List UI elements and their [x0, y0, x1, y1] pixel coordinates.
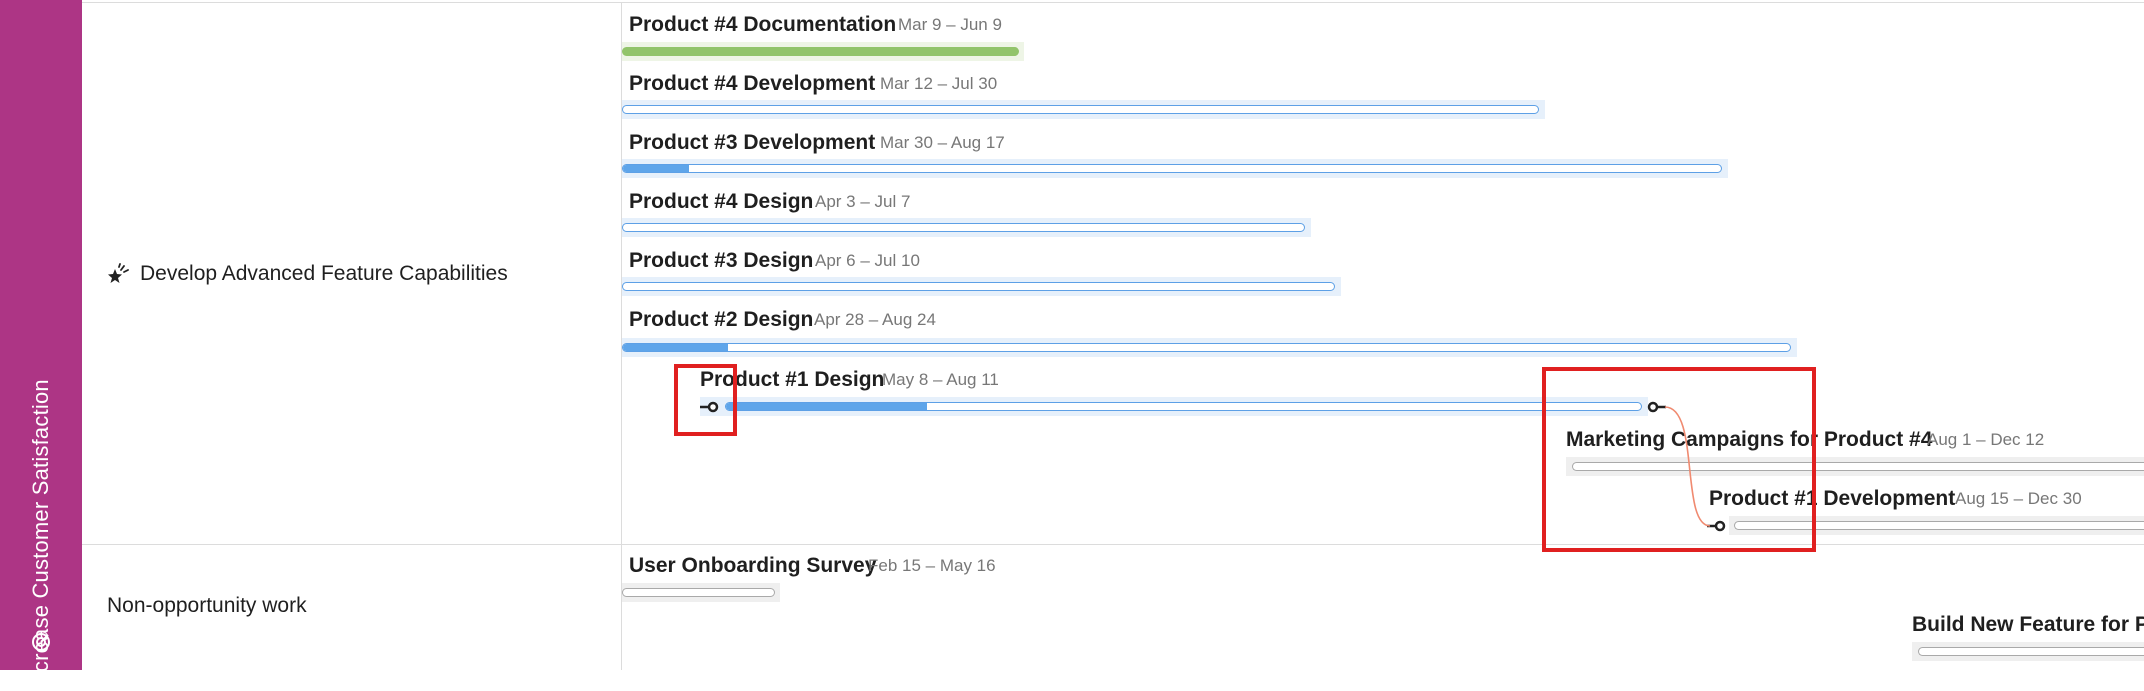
timeline-bar[interactable]: [622, 47, 1019, 56]
highlight-box-start-knob: [674, 364, 737, 436]
progress-fill: [623, 344, 729, 351]
bar-title[interactable]: User Onboarding Survey: [629, 554, 876, 578]
bar-title[interactable]: Product #3 Design: [629, 249, 813, 273]
progress-fill: [623, 165, 689, 172]
highlight-box-dependency: [1542, 367, 1816, 552]
progress-fill: [726, 403, 928, 410]
timeline-bar[interactable]: [622, 343, 1791, 352]
bar-dates: Mar 9 – Jun 9: [898, 15, 1002, 34]
group-label-column: [82, 3, 622, 670]
bar-title[interactable]: Product #4 Development: [629, 72, 875, 96]
timeline-bar[interactable]: [622, 282, 1335, 291]
group-label-non-opportunity[interactable]: Non-opportunity work: [107, 594, 307, 618]
timeline-bar[interactable]: [725, 402, 1642, 411]
bar-title[interactable]: Product #2 Design: [629, 308, 813, 332]
bar-title[interactable]: Build New Feature for Pr: [1912, 613, 2144, 637]
target-icon: [32, 633, 50, 651]
timeline-bar[interactable]: [1918, 647, 2144, 656]
bar-dates: Feb 15 – May 16: [868, 556, 996, 575]
bar-dates: Apr 6 – Jul 10: [815, 251, 920, 270]
bar-dates: Aug 1 – Dec 12: [1927, 430, 2045, 449]
bar-title[interactable]: Product #4 Design: [629, 190, 813, 214]
bar-title[interactable]: Product #4 Documentation: [629, 13, 896, 37]
feature-star-icon: [108, 263, 129, 283]
bar-dates: Apr 3 – Jul 7: [815, 192, 911, 211]
bar-dates: May 8 – Aug 11: [882, 370, 999, 389]
bar-dates: Aug 15 – Dec 30: [1955, 489, 2082, 508]
timeline-bar[interactable]: [622, 164, 1722, 173]
group-row-divider: [82, 544, 2144, 545]
swimlane-header[interactable]: Increase Customer Satisfaction: [0, 0, 82, 691]
bar-dates: Apr 28 – Aug 24: [814, 310, 936, 329]
bar-title[interactable]: Product #3 Development: [629, 131, 875, 155]
timeline-bar[interactable]: [622, 223, 1305, 232]
bar-dates: Mar 12 – Jul 30: [880, 74, 998, 93]
timeline-bar[interactable]: [622, 105, 1539, 114]
timeline-bar[interactable]: [622, 588, 775, 597]
group-label-advanced-features[interactable]: Develop Advanced Feature Capabilities: [140, 262, 508, 286]
bar-dates: Mar 30 – Aug 17: [880, 133, 1005, 152]
